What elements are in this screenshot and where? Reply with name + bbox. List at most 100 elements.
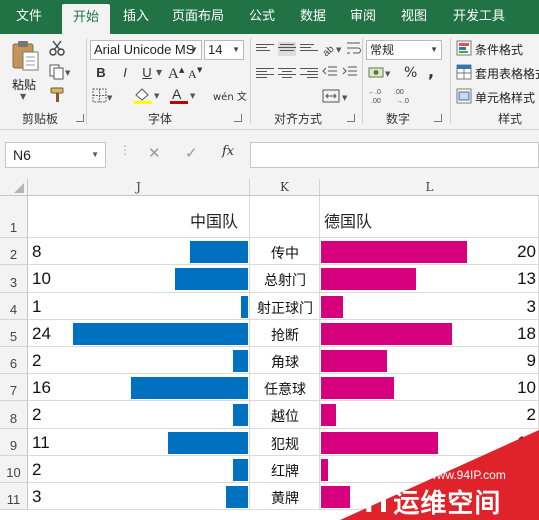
column-header-j[interactable]: J [28, 179, 250, 196]
column-header-l[interactable]: L [320, 179, 539, 196]
row-number: 9 [9, 438, 18, 453]
select-all-corner[interactable] [0, 179, 28, 196]
number-format-combo[interactable]: 常规 ▼ [366, 40, 442, 60]
decrease-indent-icon[interactable] [322, 65, 338, 79]
number-launcher-icon[interactable] [434, 114, 442, 122]
grid-cell[interactable] [28, 483, 250, 510]
group-divider [450, 38, 451, 124]
select-all-triangle-icon [14, 183, 24, 193]
comma-button[interactable]: , [428, 62, 434, 81]
grid-cell[interactable] [320, 401, 539, 429]
tab-review[interactable]: 审阅 [340, 0, 386, 34]
conditional-formatting-button[interactable]: 条件格式 [456, 40, 539, 58]
paste-button[interactable]: 粘贴 ▼ [6, 38, 44, 104]
column-header-k[interactable]: K [250, 179, 320, 196]
format-as-table-icon [456, 64, 472, 80]
germany-bar [321, 485, 351, 508]
cut-icon[interactable] [49, 40, 65, 56]
formula-input[interactable] [250, 142, 539, 168]
tab-view[interactable]: 视图 [391, 0, 437, 34]
row-header[interactable]: 6 [0, 347, 28, 374]
increase-decimal-icon[interactable]: ←.0 .00 [368, 87, 390, 105]
grid-cell[interactable] [28, 456, 250, 483]
merge-center-icon[interactable]: ▼ [322, 88, 350, 104]
font-name-value: Arial Unicode MS [94, 42, 195, 57]
row-header[interactable]: 8 [0, 401, 28, 429]
format-as-table-button[interactable]: 套用表格格式 [456, 64, 539, 82]
germany-bar [321, 268, 416, 290]
copy-icon[interactable]: ▼ [49, 64, 71, 80]
enter-icon[interactable]: ✓ [185, 144, 198, 162]
row-header[interactable]: 5 [0, 320, 28, 347]
tab-data[interactable]: 数据 [290, 0, 336, 34]
decrease-decimal-icon[interactable]: .00 →.0 [394, 87, 416, 105]
tab-page-layout[interactable]: 页面布局 [162, 0, 234, 34]
category-label: 黄牌 [271, 490, 299, 507]
accounting-format-icon[interactable]: ▼ [368, 65, 394, 81]
grid-cell[interactable] [320, 293, 539, 320]
cell-styles-button[interactable]: 单元格样式 [456, 88, 539, 106]
wrap-text-icon[interactable] [346, 40, 362, 56]
bold-button[interactable]: B [92, 64, 110, 82]
phonetic-button[interactable]: wén 文 [213, 88, 247, 103]
row-header[interactable]: 7 [0, 374, 28, 401]
cell-styles-label: 单元格样式 [475, 91, 536, 105]
insert-function-icon[interactable]: fx [222, 144, 234, 159]
row-header[interactable]: 3 [0, 265, 28, 293]
conditional-formatting-icon [456, 40, 472, 56]
svg-text:←.0: ←.0 [368, 89, 381, 96]
category-label: 红牌 [271, 463, 299, 480]
germany-bar [321, 240, 467, 263]
borders-icon[interactable]: ▼ [92, 88, 114, 104]
svg-text:▼: ▼ [342, 94, 348, 102]
row-header[interactable]: 11 [0, 483, 28, 510]
align-bottom-button[interactable] [300, 42, 318, 56]
tab-file[interactable]: 文件 [0, 0, 58, 34]
percent-button[interactable]: % [404, 65, 417, 81]
row-header[interactable]: 9 [0, 429, 28, 456]
font-color-icon[interactable]: A ▼ [169, 86, 199, 104]
category-label: 传中 [271, 245, 299, 262]
increase-indent-icon[interactable] [342, 65, 358, 79]
fill-color-icon[interactable]: ▼ [133, 86, 163, 104]
row-number: 6 [9, 356, 18, 371]
name-box[interactable]: N6 ▼ [5, 142, 106, 168]
align-left-button[interactable] [256, 66, 274, 80]
germany-value: 16 [517, 432, 536, 452]
cancel-icon[interactable]: ✕ [148, 144, 161, 162]
grid-cell[interactable] [28, 401, 250, 429]
category-label: 射正球门 [257, 300, 313, 317]
format-painter-icon[interactable] [49, 87, 67, 103]
font-grow-icon[interactable]: A ▲ A ▼ [168, 65, 206, 81]
germany-value: 13 [517, 269, 536, 288]
grid-cell[interactable] [250, 196, 320, 238]
align-right-button[interactable] [300, 66, 318, 80]
cell-styles-icon [456, 88, 472, 104]
format-as-table-label: 套用表格格式 [475, 67, 539, 81]
grid-cell[interactable] [28, 347, 250, 374]
tab-developer[interactable]: 开发工具 [443, 0, 515, 34]
grid-cell[interactable] [28, 293, 250, 320]
row-header[interactable]: 2 [0, 238, 28, 265]
italic-button[interactable]: I [116, 64, 134, 82]
underline-button[interactable]: U [138, 64, 156, 82]
clipboard-launcher-icon[interactable] [76, 114, 84, 122]
font-name-combo[interactable]: Arial Unicode MS ▼ [90, 40, 202, 60]
china-value: 1 [32, 296, 42, 316]
row-header[interactable]: 1 [0, 196, 28, 238]
font-size-combo[interactable]: 14 ▼ [204, 40, 244, 60]
font-launcher-icon[interactable] [234, 114, 242, 122]
alignment-launcher-icon[interactable] [347, 114, 355, 122]
tab-insert[interactable]: 插入 [113, 0, 159, 34]
orientation-icon[interactable]: ab ▼ [322, 40, 344, 56]
formula-bar: N6 ▼ ⋮ ✕ ✓ fx [0, 130, 539, 179]
row-number: 1 [9, 220, 18, 235]
align-top-button[interactable] [256, 42, 274, 56]
tab-formulas[interactable]: 公式 [238, 0, 286, 34]
tab-home[interactable]: 开始 [62, 4, 110, 34]
row-header[interactable]: 4 [0, 293, 28, 320]
group-divider [86, 38, 87, 124]
align-center-button[interactable] [278, 66, 296, 80]
row-header[interactable]: 10 [0, 456, 28, 483]
align-middle-button[interactable] [278, 42, 296, 56]
